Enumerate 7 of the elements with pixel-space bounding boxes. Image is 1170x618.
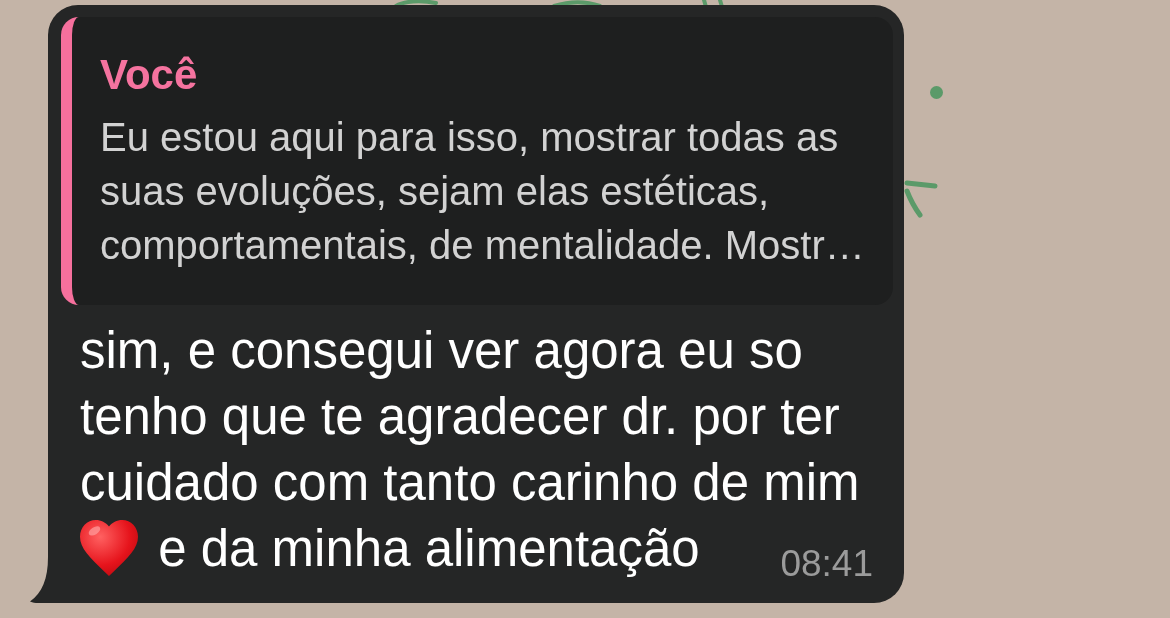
- message-text: e da minha alimentação: [158, 520, 700, 577]
- sender-name: Você: [100, 50, 198, 100]
- message-time: 08:41: [780, 543, 873, 585]
- dot-icon: [930, 86, 943, 99]
- doodle-icon: [904, 178, 938, 218]
- quoted-text: Eu estou aqui para isso, mostrar todas as suas evoluções, sejam elas estéticas, comportamentais, de mentalidade. Mostr…: [100, 114, 866, 269]
- heart-icon: [80, 520, 138, 576]
